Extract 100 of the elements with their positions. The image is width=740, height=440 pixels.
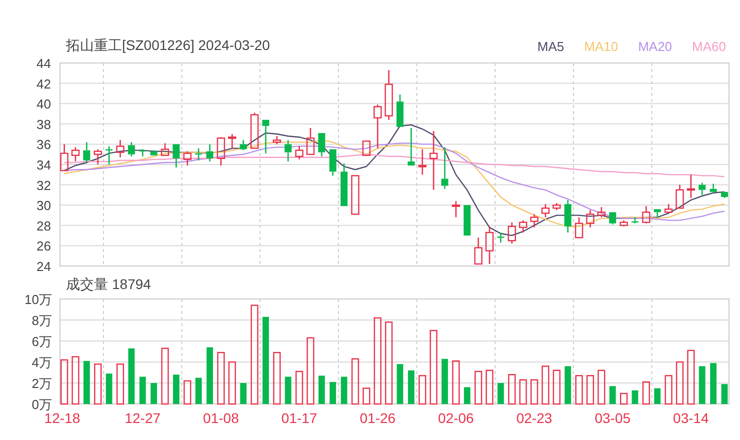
candlestick xyxy=(620,220,628,226)
volume-bar xyxy=(60,359,68,405)
volume-bar xyxy=(273,352,281,405)
candlestick xyxy=(83,142,90,162)
candlestick xyxy=(250,112,259,149)
axis-label: 2万 xyxy=(32,376,52,391)
candlestick xyxy=(441,147,448,189)
volume-bar xyxy=(72,356,80,405)
volume-bar xyxy=(654,388,661,404)
candlestick xyxy=(508,222,516,244)
axis-label: 24 xyxy=(36,259,51,274)
volume-label: 成交量 xyxy=(66,276,108,292)
candlestick xyxy=(71,147,80,162)
candlestick xyxy=(128,142,135,156)
axis-label: 40 xyxy=(36,96,51,112)
axis-label: 0万 xyxy=(32,397,52,412)
candlestick xyxy=(295,146,304,160)
candlestick xyxy=(429,131,438,190)
candlestick xyxy=(240,140,247,150)
volume-bar xyxy=(620,392,628,405)
axis-label: 03-05 xyxy=(594,410,631,426)
candlestick xyxy=(272,136,282,144)
volume-bar xyxy=(542,366,550,405)
candlestick xyxy=(150,150,158,156)
volume-bar xyxy=(598,370,606,405)
volume-bar xyxy=(698,366,706,404)
candlestick xyxy=(160,143,170,156)
volume-bar xyxy=(564,366,572,404)
candlestick xyxy=(318,132,326,156)
volume-bar xyxy=(464,387,470,404)
volume-bar xyxy=(161,348,169,405)
candlestick xyxy=(474,238,482,265)
candlestick xyxy=(183,151,192,166)
candlestick xyxy=(60,144,68,172)
candlestick xyxy=(106,146,113,164)
candlestick xyxy=(485,226,494,264)
axis-label: 02-06 xyxy=(438,410,474,426)
volume-bar xyxy=(94,364,102,405)
volume-bar xyxy=(676,361,684,405)
volume-bar xyxy=(396,364,404,404)
volume-bar xyxy=(116,364,124,405)
axis-label: 12-27 xyxy=(124,410,161,426)
candlestick xyxy=(216,137,226,166)
volume-bar xyxy=(519,379,527,405)
axis-label: 02-23 xyxy=(516,410,552,426)
candlestick xyxy=(686,174,696,198)
candlestick xyxy=(262,119,270,154)
candlestick xyxy=(519,220,528,232)
candlestick xyxy=(464,204,471,236)
volume-bar xyxy=(330,382,336,404)
candlestick xyxy=(284,140,292,162)
volume-bar xyxy=(217,352,225,405)
candlestick xyxy=(654,208,661,218)
volume-bar xyxy=(508,374,516,405)
volume-bar xyxy=(498,383,504,404)
volume-bar xyxy=(642,381,650,405)
candlestick xyxy=(206,144,214,162)
axis-label: 03-14 xyxy=(673,410,709,426)
volume-bar xyxy=(318,376,325,404)
volume-bar xyxy=(150,383,158,404)
volume-bar xyxy=(306,337,314,405)
candlestick xyxy=(564,200,572,232)
volume-bar xyxy=(128,348,135,404)
axis-label: 4万 xyxy=(32,355,52,370)
axis-label: 12-18 xyxy=(44,410,80,426)
axis-label: 8万 xyxy=(32,313,52,328)
volume-bar xyxy=(452,360,460,405)
candlestick xyxy=(710,184,717,193)
candlestick xyxy=(586,210,594,228)
volume-bar xyxy=(206,347,213,404)
axis-label: 32 xyxy=(36,178,51,193)
axis-label: 01-08 xyxy=(203,410,239,426)
volume-bar xyxy=(609,386,616,404)
legend-label: MA20 xyxy=(638,38,672,56)
volume-bar xyxy=(195,378,202,404)
volume-bar xyxy=(664,375,672,405)
candlestick xyxy=(340,163,348,207)
candlestick xyxy=(139,149,146,156)
axis-label: 44 xyxy=(36,56,51,71)
axis-label: 10万 xyxy=(24,292,52,307)
candlestick xyxy=(609,212,616,224)
volume-bar xyxy=(486,370,494,405)
volume-bar xyxy=(139,376,146,404)
candlestick xyxy=(384,70,393,120)
candlestick xyxy=(721,191,728,198)
candlestick xyxy=(94,149,102,164)
volume-bar xyxy=(586,375,594,405)
legend-label: MA5 xyxy=(537,38,564,56)
volume-value: 18794 xyxy=(112,276,151,292)
volume-bar xyxy=(184,380,192,405)
volume-bar xyxy=(474,370,482,405)
volume-bar xyxy=(721,384,728,404)
volume-bar xyxy=(575,375,583,405)
candlestick xyxy=(541,204,550,218)
candlestick xyxy=(676,184,684,209)
axis-label: 26 xyxy=(36,238,51,254)
candlestick xyxy=(698,182,706,195)
axis-label: 6万 xyxy=(32,334,52,349)
candlestick xyxy=(552,203,561,210)
candlestick xyxy=(228,134,236,148)
